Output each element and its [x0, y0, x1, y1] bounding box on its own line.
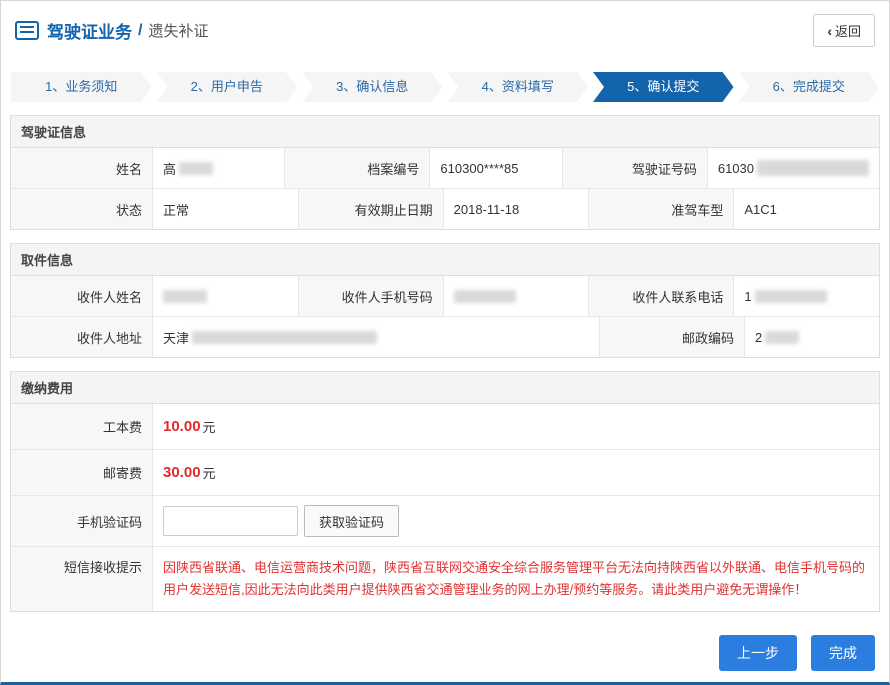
- step-wizard: 1、业务须知 2、用户申告 3、确认信息 4、资料填写 5、确认提交 6、完成提…: [1, 58, 889, 115]
- archive-number-label: 档案编号: [284, 148, 429, 188]
- recipient-mobile-value: [443, 276, 589, 316]
- table-row: 收件人地址 天津 邮政编码 2: [11, 316, 879, 357]
- archive-number-value: 610300****85: [429, 148, 561, 188]
- license-service-page: 驾驶证业务 / 遗失补证 ‹ 返回 1、业务须知 2、用户申告 3、确认信息 4…: [0, 0, 890, 685]
- postage-fee-label: 邮寄费: [11, 450, 152, 495]
- back-button[interactable]: ‹ 返回: [813, 14, 875, 47]
- step-tab-3-confirm-info[interactable]: 3、确认信息: [302, 72, 443, 102]
- status-value: 正常: [152, 189, 298, 229]
- recipient-name-value: [152, 276, 298, 316]
- production-fee-unit: 元: [203, 417, 216, 436]
- vehicle-class-label: 准驾车型: [588, 189, 733, 229]
- redacted-value: [765, 331, 799, 344]
- table-row: 短信接收提示 因陕西省联通、电信运营商技术问题，陕西省互联网交通安全综合服务管理…: [11, 546, 879, 611]
- production-fee-value: 10.00 元: [152, 404, 879, 449]
- page-header: 驾驶证业务 / 遗失补证 ‹ 返回: [1, 1, 889, 58]
- sms-code-input[interactable]: [163, 506, 298, 536]
- redacted-value: [454, 290, 516, 303]
- step-tab-1-business-notice[interactable]: 1、业务须知: [11, 72, 152, 102]
- fees-section-title: 缴纳费用: [11, 372, 879, 404]
- step-tab-2-user-declaration[interactable]: 2、用户申告: [157, 72, 298, 102]
- postcode-label: 邮政编码: [599, 317, 744, 357]
- page-title: 驾驶证业务: [47, 18, 132, 43]
- name-value: 高: [152, 148, 284, 188]
- vehicle-class-value: A1C1: [733, 189, 879, 229]
- sms-code-field-cell: 获取验证码: [152, 496, 879, 546]
- step-tab-6-finish-submit[interactable]: 6、完成提交: [739, 72, 880, 102]
- postage-fee-amount: 30.00: [163, 464, 201, 481]
- license-number-label: 驾驶证号码: [562, 148, 707, 188]
- license-number-value: 61030: [707, 148, 879, 188]
- recipient-name-label: 收件人姓名: [11, 276, 152, 316]
- table-row: 手机验证码 获取验证码: [11, 495, 879, 546]
- back-button-label: 返回: [835, 21, 861, 40]
- table-row: 工本费 10.00 元: [11, 404, 879, 449]
- postcode-value: 2: [744, 317, 879, 357]
- redacted-value: [179, 162, 213, 175]
- previous-step-button[interactable]: 上一步: [719, 635, 797, 671]
- chevron-left-icon: ‹: [827, 24, 832, 38]
- redacted-value: [755, 290, 827, 303]
- table-row: 姓名 高 档案编号 610300****85 驾驶证号码 61030: [11, 148, 879, 188]
- table-row: 收件人姓名 收件人手机号码 收件人联系电话 1: [11, 276, 879, 316]
- pickup-info-section: 取件信息 收件人姓名 收件人手机号码 收件人联系电话 1 收件人地址 天津 邮政…: [10, 243, 880, 358]
- license-info-section: 驾驶证信息 姓名 高 档案编号 610300****85 驾驶证号码 61030…: [10, 115, 880, 230]
- redacted-value: [163, 290, 207, 303]
- sms-code-label: 手机验证码: [11, 496, 152, 546]
- recipient-phone-value: 1: [733, 276, 879, 316]
- production-fee-label: 工本费: [11, 404, 152, 449]
- get-sms-code-button[interactable]: 获取验证码: [304, 505, 399, 537]
- expiry-date-label: 有效期止日期: [298, 189, 443, 229]
- pickup-section-title: 取件信息: [11, 244, 879, 276]
- recipient-address-value: 天津: [152, 317, 599, 357]
- redacted-value: [757, 160, 869, 176]
- table-row: 邮寄费 30.00 元: [11, 449, 879, 495]
- finish-button[interactable]: 完成: [811, 635, 875, 671]
- page-subtitle: 遗失补证: [148, 20, 208, 41]
- status-label: 状态: [11, 189, 152, 229]
- recipient-phone-label: 收件人联系电话: [588, 276, 733, 316]
- recipient-address-label: 收件人地址: [11, 317, 152, 357]
- step-tab-5-confirm-submit[interactable]: 5、确认提交: [593, 72, 734, 102]
- sms-notice-label: 短信接收提示: [11, 547, 152, 611]
- title-separator: /: [138, 22, 142, 40]
- expiry-date-value: 2018-11-18: [443, 189, 589, 229]
- step-tab-4-fill-data[interactable]: 4、资料填写: [448, 72, 589, 102]
- license-section-title: 驾驶证信息: [11, 116, 879, 148]
- table-row: 状态 正常 有效期止日期 2018-11-18 准驾车型 A1C1: [11, 188, 879, 229]
- redacted-value: [192, 331, 377, 344]
- name-label: 姓名: [11, 148, 152, 188]
- postage-fee-unit: 元: [203, 463, 216, 482]
- recipient-mobile-label: 收件人手机号码: [298, 276, 443, 316]
- footer-actions: 上一步 完成: [1, 625, 889, 685]
- postage-fee-value: 30.00 元: [152, 450, 879, 495]
- sms-notice-text: 因陕西省联通、电信运营商技术问题，陕西省互联网交通安全综合服务管理平台无法向持陕…: [163, 557, 869, 601]
- fees-section: 缴纳费用 工本费 10.00 元 邮寄费 30.00 元 手机验证码 获取验证码…: [10, 371, 880, 612]
- production-fee-amount: 10.00: [163, 418, 201, 435]
- sms-notice-value: 因陕西省联通、电信运营商技术问题，陕西省互联网交通安全综合服务管理平台无法向持陕…: [152, 547, 879, 611]
- license-document-icon: [15, 21, 39, 40]
